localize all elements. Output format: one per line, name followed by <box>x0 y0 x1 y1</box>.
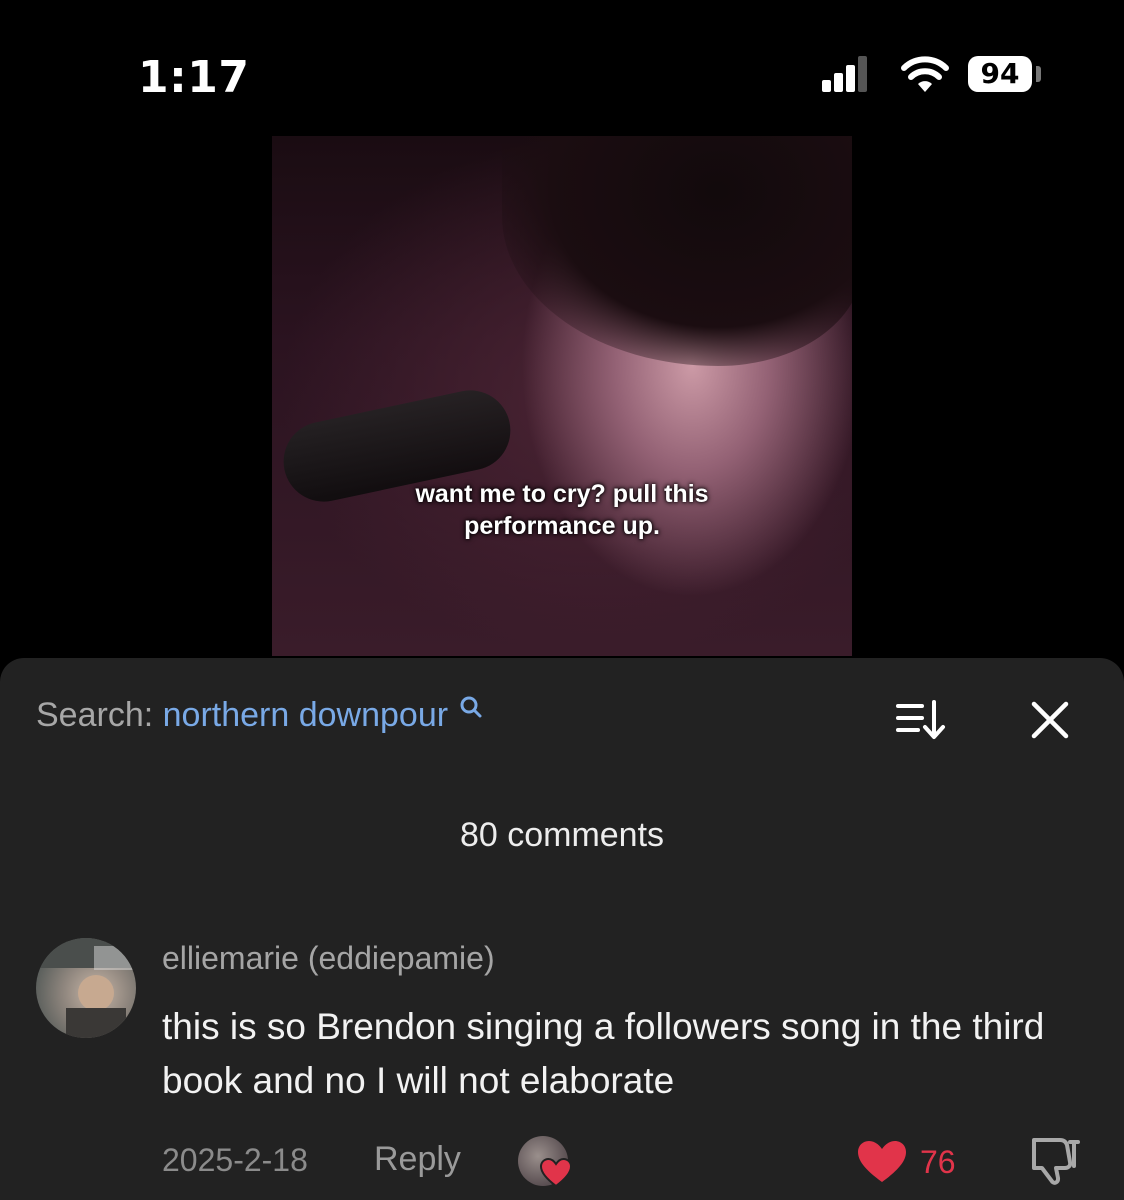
search-query-link[interactable]: northern downpour <box>163 696 448 734</box>
thumbs-down-icon[interactable] <box>1028 1136 1082 1186</box>
video-caption: want me to cry? pull this performance up… <box>272 478 852 542</box>
comments-panel: Search: northern downpour 80 comments el… <box>0 658 1124 1200</box>
comment-meta-row: 2025-2-18 Reply 76 <box>0 1136 1124 1188</box>
battery-indicator: 94 <box>968 56 1032 92</box>
like-count: 76 <box>920 1144 956 1180</box>
creator-liked-heart-icon <box>540 1158 572 1188</box>
video-frame-detail <box>502 136 852 366</box>
comment-text: this is so Brendon singing a followers s… <box>162 1006 1045 1101</box>
heart-icon[interactable] <box>856 1140 908 1184</box>
comment-date: 2025-2-18 <box>162 1142 308 1178</box>
sort-icon[interactable] <box>896 698 946 742</box>
search-suggestion[interactable]: Search: northern downpour <box>36 696 484 735</box>
search-label: Search: <box>36 696 154 734</box>
video-caption-line1: want me to cry? pull this <box>415 480 709 508</box>
battery-tip <box>1036 66 1041 82</box>
video-player[interactable]: want me to cry? pull this performance up… <box>272 136 852 656</box>
status-time: 1:17 <box>138 52 250 103</box>
comments-count: 80 comments <box>459 816 665 854</box>
status-bar: 1:17 94 <box>0 0 1124 130</box>
avatar[interactable] <box>36 938 136 1038</box>
comment-username[interactable]: elliemarie (eddiepamie) <box>162 940 495 977</box>
wifi-icon <box>901 56 949 92</box>
video-caption-line2: performance up. <box>464 512 660 540</box>
avatar-image <box>36 938 136 1038</box>
close-icon[interactable] <box>1028 698 1072 742</box>
cellular-signal-icon <box>822 56 870 92</box>
reply-button[interactable]: Reply <box>374 1140 461 1179</box>
search-icon <box>460 696 482 718</box>
